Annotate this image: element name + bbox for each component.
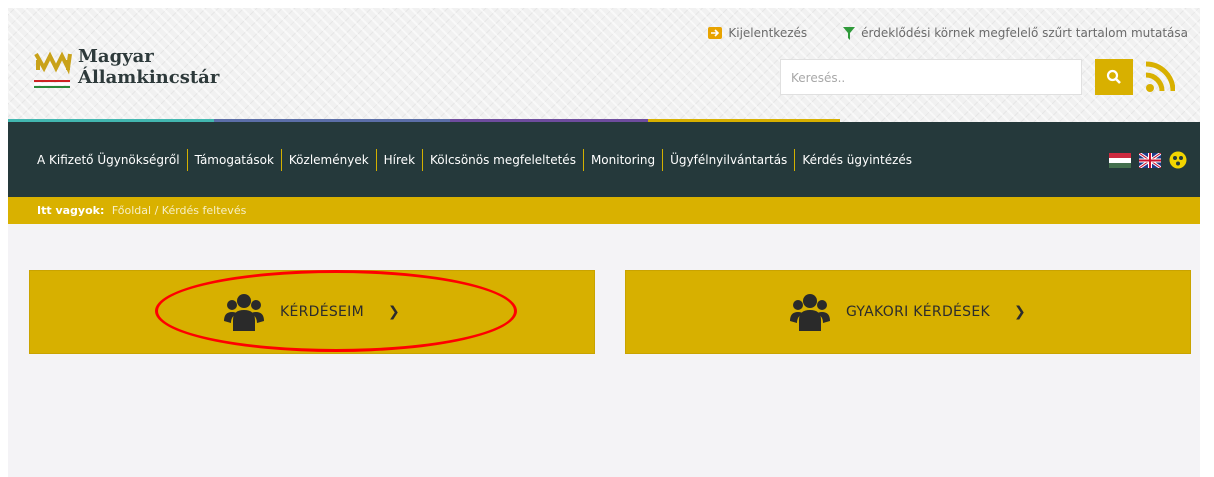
hungarian-flag-icon[interactable]	[1109, 152, 1131, 168]
logout-label: Kijelentkezés	[728, 26, 808, 40]
main-nav: A Kifizető Ügynökségről Támogatások Közl…	[8, 122, 1200, 197]
logout-link[interactable]: Kijelentkezés	[708, 26, 807, 40]
faq-label: GYAKORI KÉRDÉSEK	[845, 304, 990, 320]
nav-item-monitoring[interactable]: Monitoring	[584, 148, 664, 171]
uk-flag-icon[interactable]	[1139, 152, 1161, 168]
breadcrumb-path[interactable]: Főoldal / Kérdés feltevés	[112, 204, 246, 217]
search-button[interactable]	[1095, 59, 1133, 95]
logo-line1: Magyar	[78, 46, 154, 67]
search-input[interactable]: Keresés..	[780, 59, 1082, 95]
chevron-right-icon: ❯	[1014, 304, 1027, 320]
users-icon	[789, 294, 830, 331]
nav-item-question-handling[interactable]: Kérdés ügyintézés	[795, 149, 919, 171]
faq-card[interactable]: GYAKORI KÉRDÉSEK ❯	[625, 270, 1191, 354]
search-placeholder: Keresés..	[791, 71, 846, 85]
breadcrumb-prefix: Itt vagyok:	[37, 204, 105, 217]
filter-link[interactable]: érdeklődési körnek megfelelő szűrt tarta…	[843, 26, 1188, 40]
crown-logo-icon	[34, 46, 72, 96]
logo[interactable]: Magyar Államkincstár	[34, 46, 219, 96]
header: Magyar Államkincstár Kijelentkezés érdek…	[8, 8, 1200, 122]
highlight-ellipse	[155, 270, 517, 352]
logout-icon	[708, 27, 723, 39]
filter-icon	[843, 26, 856, 40]
rss-icon[interactable]	[1145, 61, 1176, 93]
nav-item-support[interactable]: Támogatások	[188, 148, 282, 171]
nav-item-news[interactable]: Hírek	[377, 148, 424, 171]
nav-item-about[interactable]: A Kifizető Ügynökségről	[37, 148, 188, 171]
language-switcher	[1109, 151, 1187, 169]
top-links: Kijelentkezés érdeklődési körnek megfele…	[708, 26, 1188, 40]
nav-item-client-registry[interactable]: Ügyfélnyilvántartás	[663, 148, 796, 171]
nav-item-announcements[interactable]: Közlemények	[282, 148, 377, 171]
breadcrumb: Itt vagyok: Főoldal / Kérdés feltevés	[8, 197, 1200, 224]
accessibility-icon[interactable]	[1169, 151, 1187, 169]
search-icon	[1106, 69, 1121, 84]
nav-item-cross-compliance[interactable]: Kölcsönös megfeleltetés	[423, 148, 584, 171]
page: Magyar Államkincstár Kijelentkezés érdek…	[8, 8, 1200, 477]
logo-line2: Államkincstár	[78, 67, 220, 88]
filter-label: érdeklődési körnek megfelelő szűrt tarta…	[861, 26, 1188, 40]
